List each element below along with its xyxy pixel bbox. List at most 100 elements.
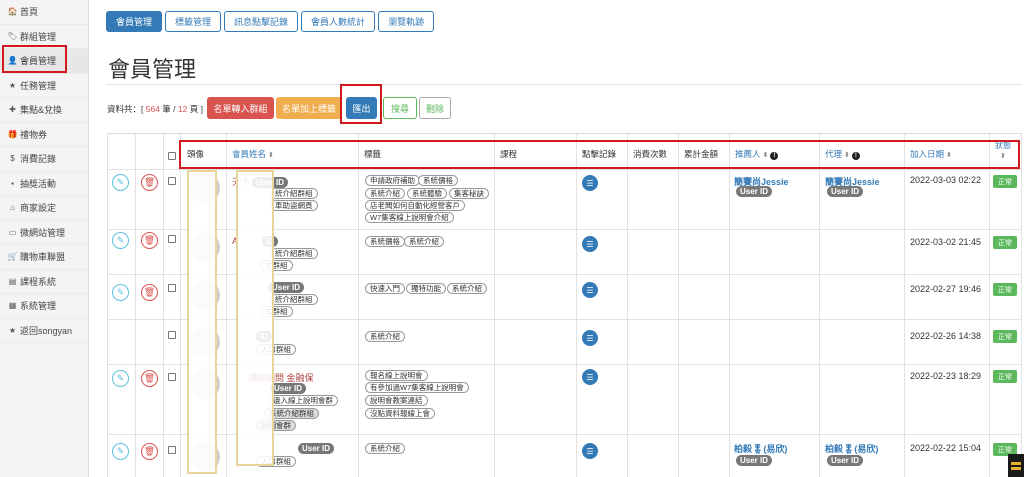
tag-badge: 沒點資料報線上會 [365,408,435,419]
join-date: 2022-02-23 18:29 [910,371,982,381]
tag-badge: 快速入門 [365,283,405,294]
click-records-icon[interactable]: ☰ [582,175,598,191]
col-divider [1021,134,1022,477]
sidebar-item-return[interactable]: ★ 返回songyan [0,319,88,343]
group-badge: 車助盜網頁 [270,200,318,211]
redaction-box [187,170,217,474]
top-tabs: 會員管理 標籤管理 訊息點擊記錄 會員人數統計 瀏覽軌跡 [106,11,435,32]
join-date: 2022-02-22 15:04 [910,443,982,453]
trash-icon[interactable]: 🗑 [141,284,158,301]
trash-icon[interactable]: 🗑 [141,443,158,460]
summary-prefix: 資料共：[ [107,104,146,114]
user-id-badge: User ID [827,186,864,197]
row-checkbox[interactable] [168,284,176,292]
tag-badge: 系統介紹 [365,443,405,454]
sidebar-item-lottery[interactable]: ▪ 抽獎活動 [0,172,88,196]
status-badge: 正常 [993,283,1017,296]
tab-tags[interactable]: 標籤管理 [165,11,222,32]
user-id-badge: User ID [736,455,773,466]
click-records-icon[interactable]: ☰ [582,330,598,346]
col-divider [576,134,577,477]
redaction-box [236,170,274,466]
sidebar-item-shop-settings[interactable]: ⌂ 商家設定 [0,196,88,221]
col-divider [729,134,730,477]
tag-badge: 集客秘訣 [449,188,489,199]
join-date: 2022-03-03 02:22 [910,175,982,185]
col-divider [226,134,227,477]
tag-badge: 說明會教案連結 [365,395,428,406]
sidebar-item-courses[interactable]: ▤ 課程系統 [0,270,88,294]
click-records-icon[interactable]: ☰ [582,236,598,252]
edit-icon[interactable]: ✎ [112,284,129,301]
sidebar-item-label: 禮物券 [20,129,48,140]
click-records-icon[interactable]: ☰ [582,369,598,385]
sidebar-item-label: 任務管理 [20,80,57,91]
trash-icon[interactable]: 🗑 [141,174,158,191]
record-count: 564 [145,104,160,114]
edit-icon[interactable]: ✎ [112,443,129,460]
row-checkbox[interactable] [168,373,176,381]
sidebar-item-system[interactable]: ▦ 系統管理 [0,294,88,319]
sidebar-item-microsite[interactable]: ▭ 微網站管理 [0,221,88,245]
sidebar-item-tasks[interactable]: ★ 任務管理 [0,74,88,98]
page-count: 12 [177,104,188,114]
agent-name: 柏毅🎖(易欣) [825,444,879,454]
group-badge: 邊入線上說明會群 [268,395,338,406]
col-divider [163,134,164,477]
tab-browse-trail[interactable]: 瀏覽軌跡 [378,11,435,32]
grid-icon: ▦ [8,301,17,311]
referrer-link[interactable]: 柏毅🎖(易欣) [734,442,787,455]
dollar-icon: $ [10,154,15,164]
sidebar-item-label: 系統管理 [20,301,57,312]
search-button[interactable]: 搜尋 [383,97,417,119]
sidebar-item-points[interactable]: ✚ 集點&兌換 [0,98,88,123]
click-records-icon[interactable]: ☰ [582,443,598,459]
sidebar-item-home[interactable]: 🏠 首頁 [0,0,88,25]
edit-icon[interactable]: ✎ [112,370,129,387]
row-checkbox[interactable] [168,235,176,243]
status-badge: 正常 [993,370,1017,383]
row-checkbox[interactable] [168,446,176,454]
sidebar-item-label: 返回songyan [20,325,73,336]
click-records-icon[interactable]: ☰ [582,282,598,298]
tag-badge: 報名線上說明會 [365,370,428,381]
home-icon: 🏠 [7,7,18,17]
sidebar-item-label: 課程系統 [20,276,57,287]
agent-link[interactable]: 柏毅🎖(易欣) [825,442,878,455]
delete-button[interactable]: 刪除 [419,97,451,119]
summary-suffix: 頁 ] [187,104,203,114]
user-id-badge: User ID [827,455,864,466]
join-date: 2022-03-02 21:45 [910,237,982,247]
page-title: 會員管理 [108,58,197,83]
tab-members[interactable]: 會員管理 [106,11,163,32]
window-icon: ▭ [8,227,17,237]
sidebar-item-gift[interactable]: 🎁 禮物券 [0,123,88,147]
tag-badge: 系統價格 [365,236,405,247]
tag-badge: 店老闆如何自動化經營客戶 [365,200,465,211]
move-to-group-button[interactable]: 名單轉入群組 [207,97,274,119]
join-date: 2022-02-26 14:38 [910,331,982,341]
sidebar-item-label: 商家設定 [20,203,57,214]
status-badge: 正常 [993,175,1017,188]
trash-icon[interactable]: 🗑 [141,370,158,387]
row-checkbox[interactable] [168,331,176,339]
sidebar-item-cart[interactable]: 🛒 購物車聯盟 [0,245,88,270]
highlight-box [179,140,1020,169]
row-checkbox[interactable] [168,177,176,185]
tab-click-records[interactable]: 訊息點擊記錄 [224,11,299,32]
record-summary: 資料共：[ 564 筆 / 12 頁 ] [107,103,203,115]
add-tag-button[interactable]: 名單加上標籤 [276,97,342,119]
star-icon: ★ [8,325,17,335]
sidebar-item-label: 抽獎活動 [20,178,57,189]
tab-member-stats[interactable]: 會員人數統計 [301,11,376,32]
cart-icon: 🛒 [7,252,18,262]
trash-icon[interactable]: 🗑 [141,232,158,249]
sidebar-item-spending[interactable]: $ 消費記錄 [0,147,88,172]
tag-badge: 系統價格 [418,175,458,186]
star-icon: ★ [8,80,17,90]
edit-icon[interactable]: ✎ [112,174,129,191]
col-divider [989,134,990,477]
edit-icon[interactable]: ✎ [112,232,129,249]
col-divider [627,134,628,477]
select-all-checkbox[interactable] [168,152,176,160]
